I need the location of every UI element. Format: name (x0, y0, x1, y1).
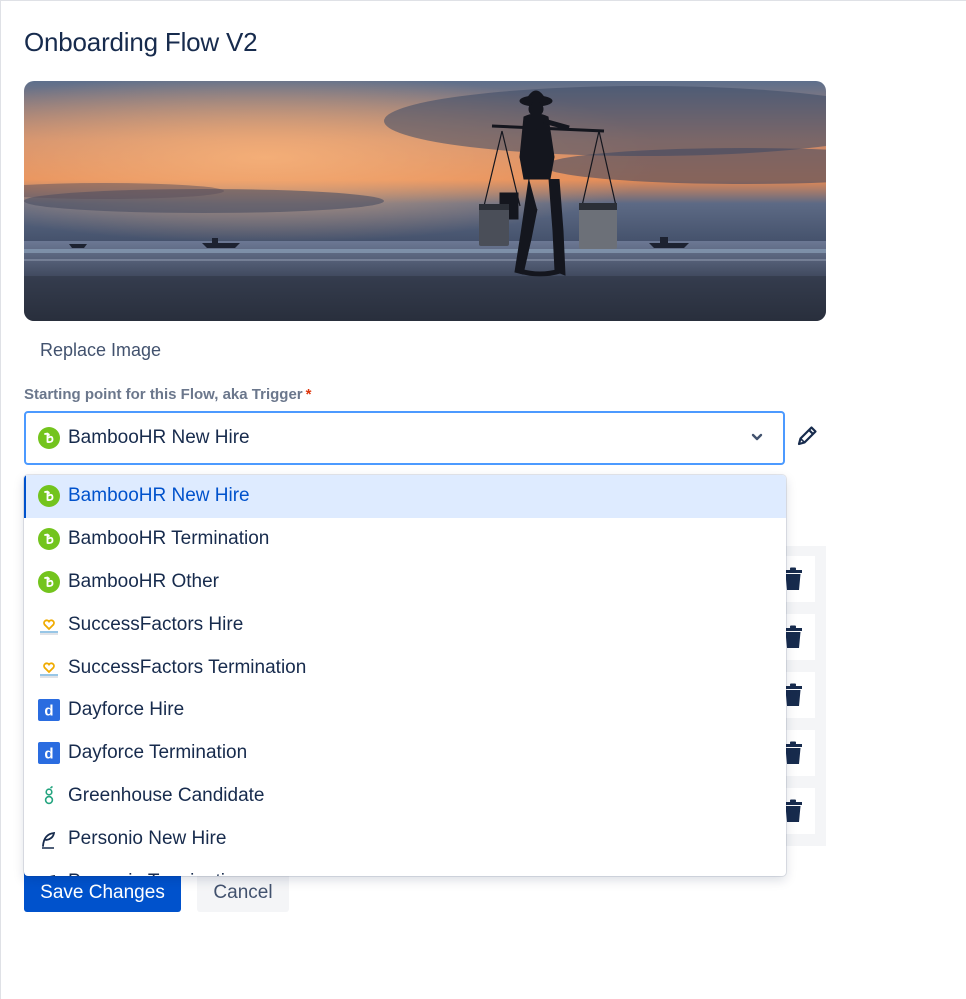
trigger-selected-value: BambooHR New Hire (68, 427, 250, 448)
personio-icon (38, 828, 60, 850)
svg-text:d: d (44, 746, 53, 763)
trigger-label: Starting point for this Flow, aka Trigge… (24, 386, 311, 403)
option-label: Dayforce Termination (68, 742, 248, 764)
option-label: Personio Termination (68, 871, 246, 876)
trigger-label-text: Starting point for this Flow, aka Trigge… (24, 386, 303, 403)
option-label: Dayforce Hire (68, 699, 185, 721)
page-title: Onboarding Flow V2 (24, 27, 258, 57)
option-personio-termination[interactable]: Personio Termination (24, 860, 786, 876)
bamboohr-icon (38, 427, 60, 449)
bamboohr-icon (38, 528, 60, 551)
chevron-down-icon (749, 429, 765, 450)
replace-image-button[interactable]: Replace Image (24, 333, 184, 367)
required-mark: * (305, 386, 312, 403)
option-label: BambooHR New Hire (68, 485, 250, 507)
option-bamboohr-other[interactable]: BambooHR Other (24, 561, 786, 604)
option-successfactors-termination[interactable]: SuccessFactors Termination (24, 646, 786, 689)
bamboohr-icon (38, 485, 60, 508)
dayforce-icon: d (38, 699, 60, 722)
option-label: Personio New Hire (68, 827, 227, 849)
bamboohr-icon (38, 570, 60, 593)
option-label: BambooHR Other (68, 570, 220, 592)
successfactors-icon (38, 614, 60, 636)
option-label: Greenhouse Candidate (68, 784, 265, 806)
dayforce-icon: d (38, 742, 60, 765)
successfactors-icon (38, 657, 60, 679)
option-greenhouse-candidate[interactable]: Greenhouse Candidate (24, 775, 786, 818)
option-dayforce-termination[interactable]: d Dayforce Termination (24, 732, 786, 775)
page-frame: Onboarding Flow V2 Replace Image Startin… (0, 0, 966, 999)
svg-text:d: d (44, 703, 53, 720)
trigger-select[interactable]: BambooHR New Hire (24, 411, 785, 465)
cover-image (24, 81, 826, 321)
trigger-options-list: BambooHR New Hire BambooHR Termination Bam… (24, 475, 786, 876)
option-label: SuccessFactors Termination (68, 656, 307, 678)
personio-icon (38, 871, 60, 876)
option-label: SuccessFactors Hire (68, 613, 244, 635)
option-label: BambooHR Termination (68, 528, 270, 550)
option-personio-new-hire[interactable]: Personio New Hire (24, 817, 786, 860)
option-dayforce-hire[interactable]: d Dayforce Hire (24, 689, 786, 732)
greenhouse-icon (38, 785, 60, 807)
option-bamboohr-new-hire[interactable]: BambooHR New Hire (24, 475, 786, 518)
trigger-dropdown-menu[interactable]: BambooHR New Hire BambooHR Termination Bam… (24, 475, 786, 876)
pencil-icon[interactable] (794, 423, 820, 454)
option-successfactors-hire[interactable]: SuccessFactors Hire (24, 603, 786, 646)
option-bamboohr-termination[interactable]: BambooHR Termination (24, 518, 786, 561)
